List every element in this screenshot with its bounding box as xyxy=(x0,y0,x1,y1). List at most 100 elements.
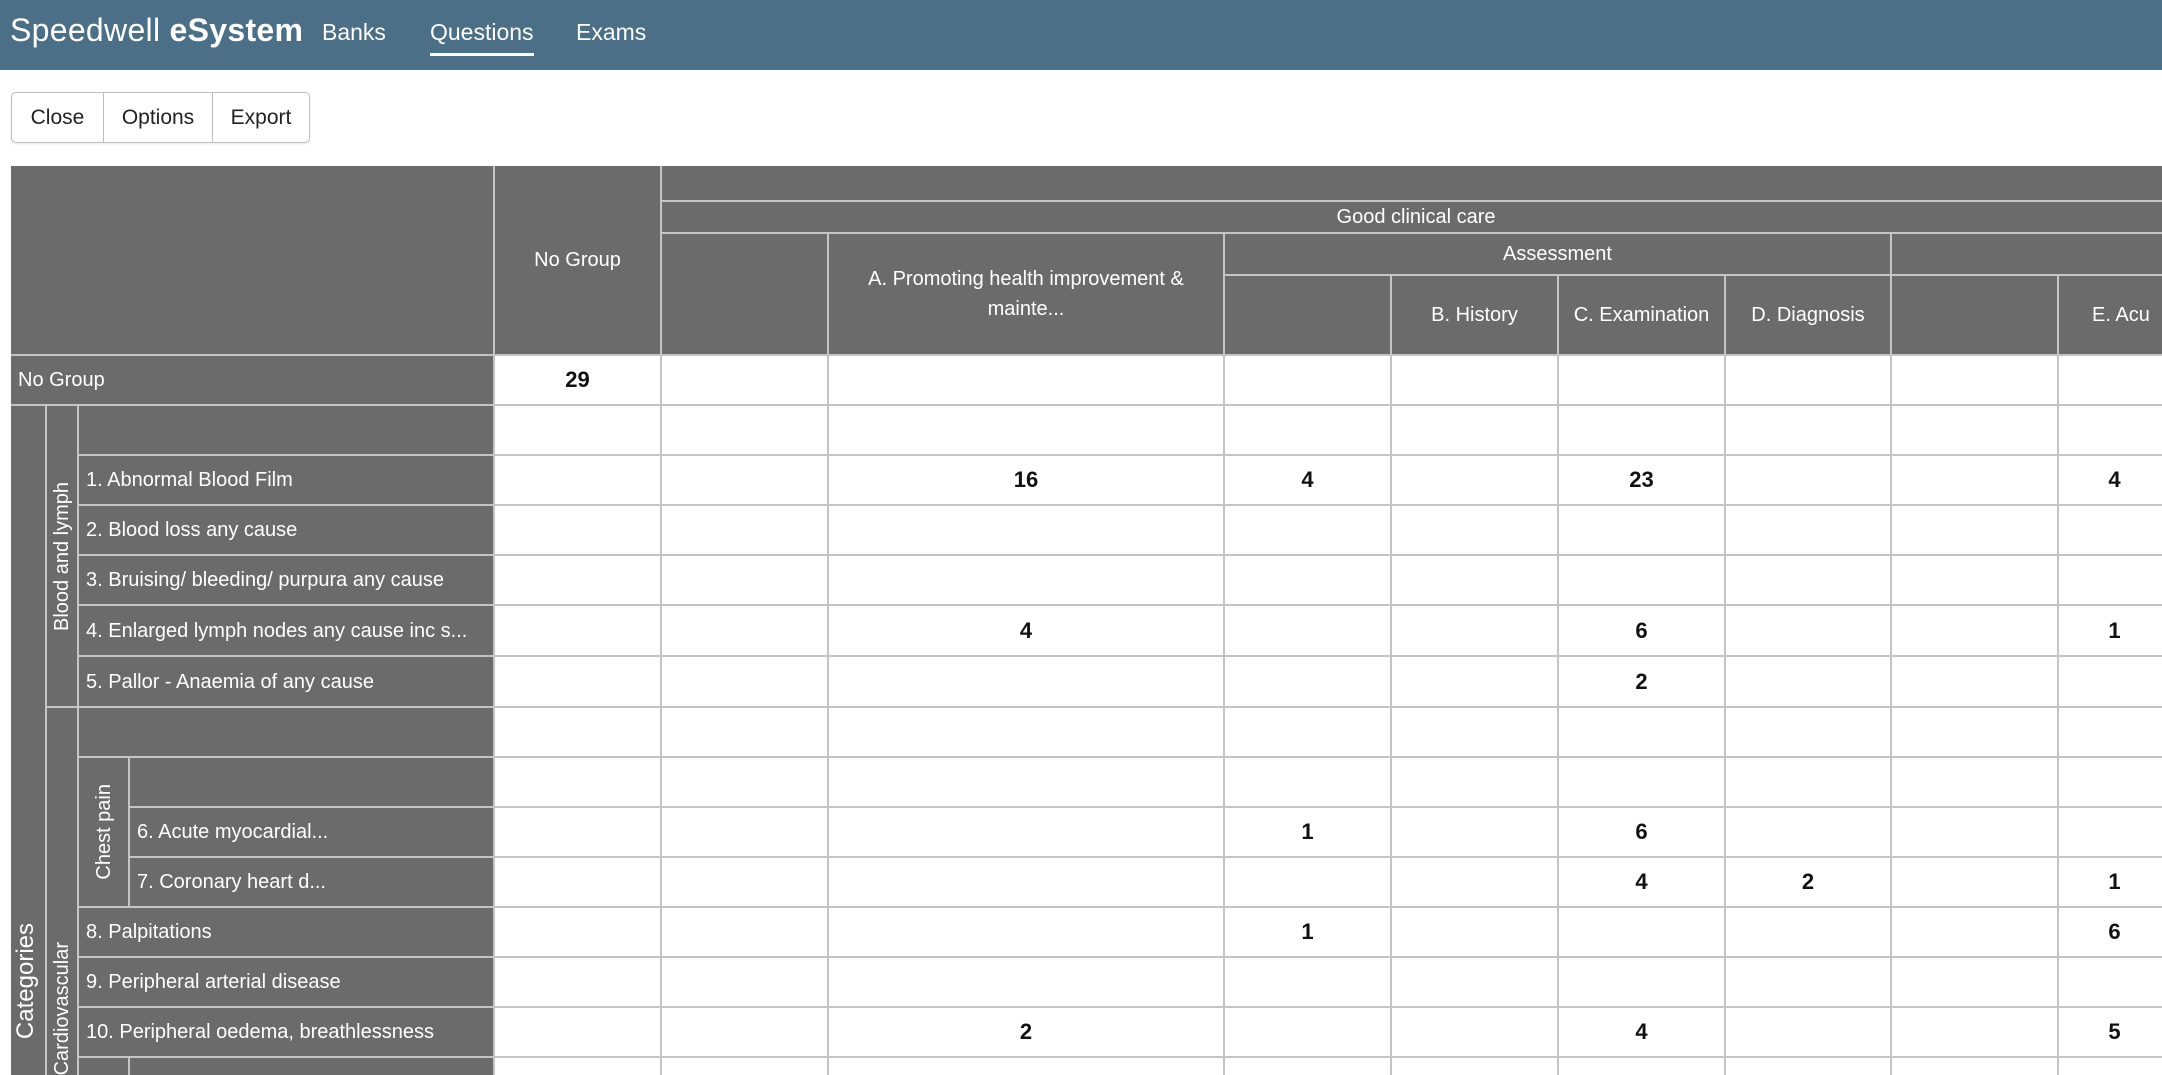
grid-cell[interactable] xyxy=(662,1058,829,1075)
grid-cell[interactable] xyxy=(1392,1058,1559,1075)
col-header-no-group[interactable]: No Group xyxy=(495,166,662,356)
grid-cell[interactable] xyxy=(1392,356,1559,406)
col-header-assessment[interactable]: Assessment xyxy=(1225,234,1892,276)
grid-cell[interactable]: 23 xyxy=(1559,456,1726,506)
grid-cell[interactable] xyxy=(2059,556,2162,606)
grid-cell[interactable] xyxy=(1225,606,1392,657)
grid-cell[interactable] xyxy=(1225,1058,1392,1075)
grid-cell[interactable] xyxy=(1892,406,2059,456)
grid-cell[interactable] xyxy=(1726,958,1892,1008)
row-label[interactable]: 2. Blood loss any cause xyxy=(79,506,495,556)
row-group-cardiovascular[interactable]: Cardiovascular xyxy=(47,708,79,1075)
grid-cell[interactable] xyxy=(829,758,1225,808)
grid-cell[interactable] xyxy=(495,456,662,506)
grid-cell[interactable] xyxy=(1892,356,2059,406)
grid-cell[interactable] xyxy=(662,657,829,708)
grid-cell[interactable] xyxy=(662,506,829,556)
grid-cell[interactable] xyxy=(662,758,829,808)
grid-cell[interactable] xyxy=(1726,657,1892,708)
grid-cell[interactable] xyxy=(2059,758,2162,808)
export-button[interactable]: Export xyxy=(212,93,309,142)
grid-cell[interactable]: 4 xyxy=(829,606,1225,657)
grid-cell[interactable] xyxy=(1392,908,1559,958)
grid-cell[interactable] xyxy=(662,556,829,606)
grid-cell[interactable] xyxy=(1726,456,1892,506)
grid-cell[interactable] xyxy=(1392,958,1559,1008)
grid-cell[interactable] xyxy=(1892,858,2059,908)
grid-cell[interactable] xyxy=(1726,1008,1892,1058)
grid-cell[interactable] xyxy=(1892,506,2059,556)
grid-cell[interactable] xyxy=(662,858,829,908)
grid-cell[interactable] xyxy=(495,808,662,858)
grid-cell[interactable] xyxy=(662,356,829,406)
grid-cell[interactable] xyxy=(1892,1058,2059,1075)
grid-cell[interactable]: 29 xyxy=(495,356,662,406)
grid-cell[interactable] xyxy=(2059,657,2162,708)
grid-cell[interactable] xyxy=(2059,958,2162,1008)
grid-cell[interactable] xyxy=(1225,1008,1392,1058)
grid-cell[interactable] xyxy=(2059,406,2162,456)
grid-cell[interactable] xyxy=(1559,958,1726,1008)
grid-cell[interactable] xyxy=(1559,406,1726,456)
grid-cell[interactable] xyxy=(1892,708,2059,758)
grid-cell[interactable] xyxy=(1892,808,2059,858)
grid-cell[interactable] xyxy=(1892,556,2059,606)
grid-cell[interactable] xyxy=(662,406,829,456)
nav-exams[interactable]: Exams xyxy=(576,17,646,47)
grid-cell[interactable] xyxy=(662,808,829,858)
grid-cell[interactable] xyxy=(495,1058,662,1075)
options-button[interactable]: Options xyxy=(103,93,212,142)
grid-cell[interactable] xyxy=(662,606,829,657)
grid-cell[interactable] xyxy=(1225,356,1392,406)
close-button[interactable]: Close xyxy=(12,93,103,142)
grid-cell[interactable]: 1 xyxy=(1225,808,1392,858)
grid-cell[interactable] xyxy=(1892,958,2059,1008)
grid-cell[interactable] xyxy=(1892,657,2059,708)
grid-cell[interactable] xyxy=(1726,356,1892,406)
grid-cell[interactable] xyxy=(1225,958,1392,1008)
grid-cell[interactable] xyxy=(495,1008,662,1058)
grid-cell[interactable] xyxy=(829,1058,1225,1075)
grid-cell[interactable] xyxy=(495,958,662,1008)
row-label-no-group[interactable]: No Group xyxy=(11,356,495,406)
grid-cell[interactable] xyxy=(1559,556,1726,606)
grid-cell[interactable] xyxy=(1726,556,1892,606)
col-header-acute[interactable]: E. Acu xyxy=(2059,276,2162,356)
col-header-examination[interactable]: C. Examination xyxy=(1559,276,1726,356)
grid-cell[interactable] xyxy=(829,808,1225,858)
row-label-chest-pain-group[interactable] xyxy=(130,758,495,808)
grid-cell[interactable] xyxy=(2059,506,2162,556)
grid-cell[interactable] xyxy=(1392,758,1559,808)
grid-cell[interactable] xyxy=(1726,506,1892,556)
grid-cell[interactable] xyxy=(1392,606,1559,657)
row-label[interactable]: 6. Acute myocardial... xyxy=(130,808,495,858)
grid-cell[interactable] xyxy=(1225,406,1392,456)
grid-cell[interactable] xyxy=(829,958,1225,1008)
grid-cell[interactable] xyxy=(2059,356,2162,406)
grid-cell[interactable]: 1 xyxy=(2059,606,2162,657)
row-label[interactable]: 1. Abnormal Blood Film xyxy=(79,456,495,506)
row-group-blood-and-lymph[interactable]: Blood and lymph xyxy=(47,406,79,708)
row-group-categories[interactable]: Categories xyxy=(11,406,47,1075)
grid-cell[interactable] xyxy=(829,506,1225,556)
grid-cell[interactable] xyxy=(662,908,829,958)
grid-cell[interactable] xyxy=(662,456,829,506)
grid-cell[interactable] xyxy=(1726,908,1892,958)
grid-cell[interactable] xyxy=(662,1008,829,1058)
grid-cell[interactable] xyxy=(2059,808,2162,858)
grid-cell[interactable] xyxy=(1559,506,1726,556)
grid-cell[interactable]: 2 xyxy=(1559,657,1726,708)
grid-cell[interactable] xyxy=(829,556,1225,606)
grid-cell[interactable] xyxy=(1392,657,1559,708)
row-label[interactable]: 8. Palpitations xyxy=(79,908,495,958)
grid-cell[interactable]: 1 xyxy=(2059,858,2162,908)
row-label[interactable]: 5. Pallor - Anaemia of any cause xyxy=(79,657,495,708)
grid-cell[interactable] xyxy=(829,657,1225,708)
grid-cell[interactable] xyxy=(1559,708,1726,758)
brand-logo[interactable]: Speedwell eSystem xyxy=(10,8,303,52)
grid-cell[interactable] xyxy=(1225,556,1392,606)
grid-cell[interactable]: 5 xyxy=(2059,1008,2162,1058)
col-header-promoting-health[interactable]: A. Promoting health improvement & mainte… xyxy=(829,234,1225,356)
grid-cell[interactable]: 16 xyxy=(829,456,1225,506)
grid-cell[interactable]: 6 xyxy=(1559,606,1726,657)
